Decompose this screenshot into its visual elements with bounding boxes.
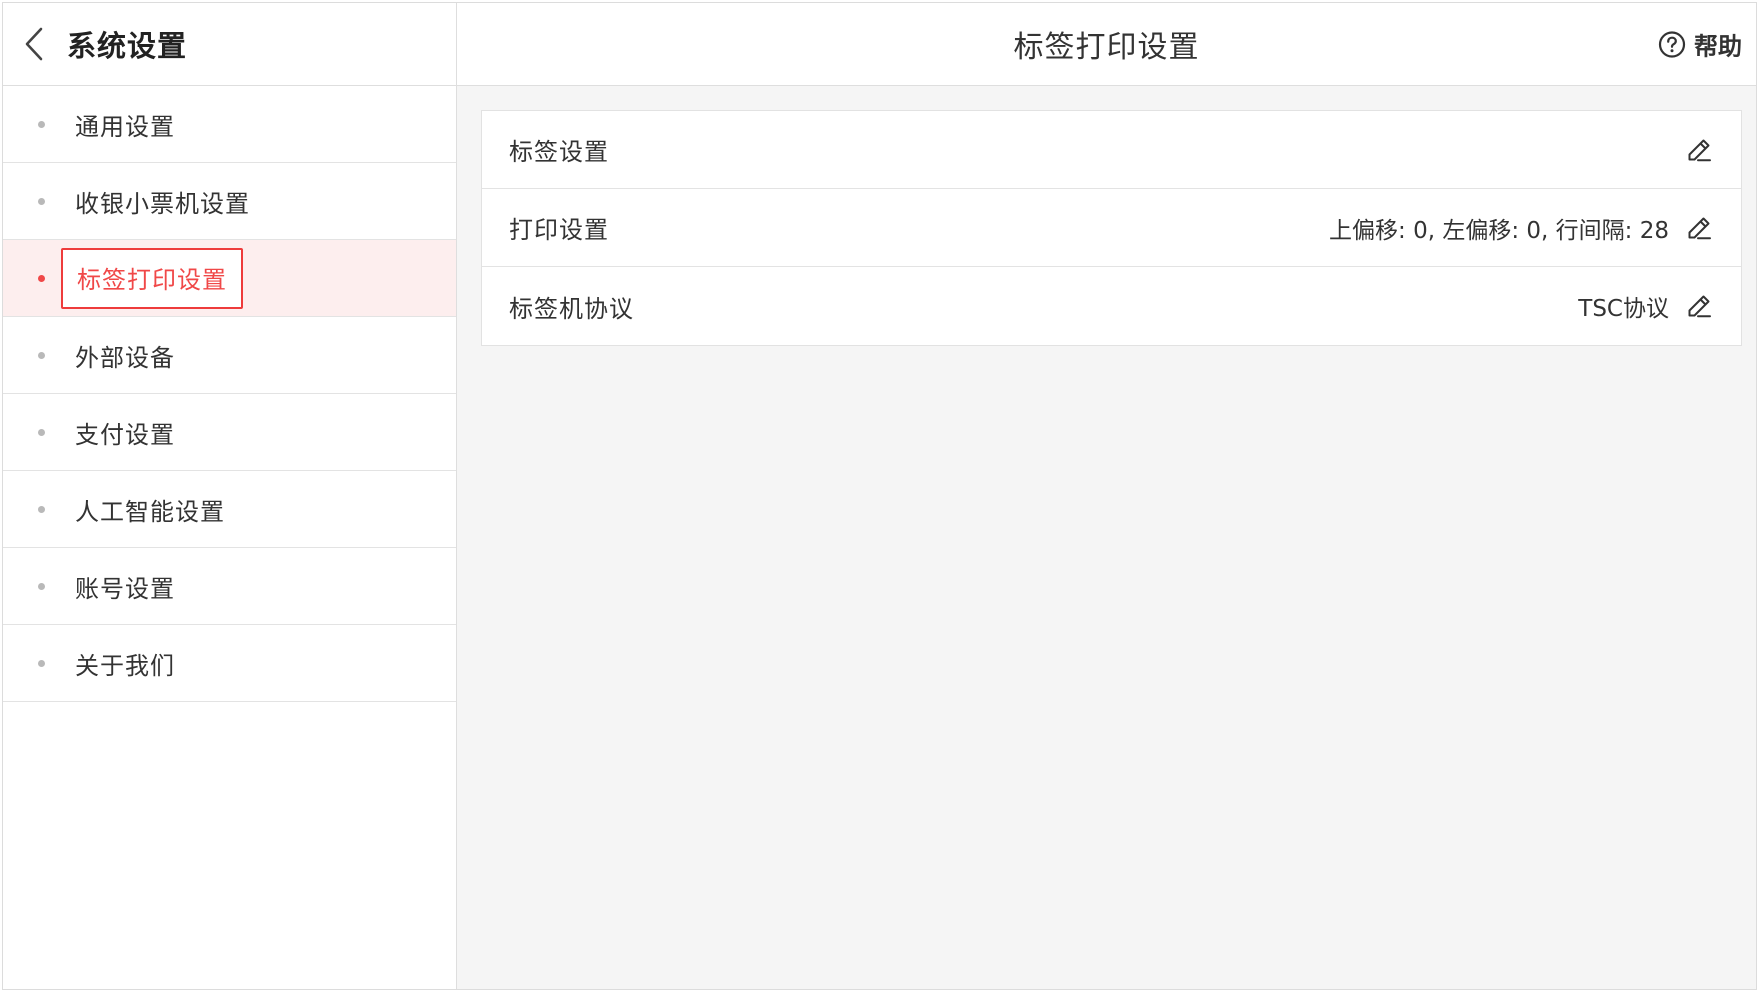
sidebar-item-external-devices[interactable]: 外部设备 <box>3 317 456 394</box>
setting-row-label: 打印设置 <box>509 216 609 244</box>
sidebar-item-account[interactable]: 账号设置 <box>3 548 456 625</box>
sidebar-nav: 通用设置 收银小票机设置 标签打印设置 外部设备 支付设置 人工智能设置 账号设… <box>3 86 456 702</box>
help-button[interactable]: 帮助 <box>1658 27 1742 62</box>
setting-row-printer-protocol[interactable]: 标签机协议 TSC协议 <box>482 267 1741 345</box>
setting-row-label: 标签机协议 <box>509 294 634 323</box>
question-circle-icon <box>1658 30 1686 58</box>
sidebar-item-about[interactable]: 关于我们 <box>3 625 456 702</box>
settings-content: 标签设置 打印设置 上偏移: 0, 左偏移: 0, 行间隔: 28 标签机协议 … <box>457 86 1756 346</box>
bullet-dot-icon <box>38 197 45 205</box>
sidebar-item-general[interactable]: 通用设置 <box>3 86 456 163</box>
sidebar: 系统设置 通用设置 收银小票机设置 标签打印设置 外部设备 支付设置 人工智能设… <box>3 3 457 989</box>
sidebar-item-label: 收银小票机设置 <box>75 189 250 218</box>
sidebar-item-ai[interactable]: 人工智能设置 <box>3 471 456 548</box>
sidebar-item-label: 标签打印设置 <box>61 247 243 309</box>
setting-row-print-settings[interactable]: 打印设置 上偏移: 0, 左偏移: 0, 行间隔: 28 <box>482 189 1741 267</box>
sidebar-item-label: 外部设备 <box>75 343 175 372</box>
pencil-icon[interactable] <box>1685 136 1713 164</box>
bullet-dot-icon <box>38 659 45 667</box>
bullet-dot-icon <box>38 428 45 436</box>
setting-row-value: 上偏移: 0, 左偏移: 0, 行间隔: 28 <box>1329 217 1669 244</box>
setting-row-label: 标签设置 <box>509 138 609 166</box>
setting-row-right <box>1669 136 1713 164</box>
sidebar-item-label: 通用设置 <box>75 112 175 141</box>
help-label: 帮助 <box>1694 32 1742 61</box>
sidebar-header: 系统设置 <box>3 3 456 86</box>
pencil-icon[interactable] <box>1685 214 1713 242</box>
main-panel: 标签打印设置 帮助 标签设置 打印设置 上偏移: 0, 左偏移: 0, 行间隔:… <box>457 3 1756 989</box>
sidebar-title: 系统设置 <box>67 29 188 63</box>
main-header: 标签打印设置 帮助 <box>457 3 1756 86</box>
sidebar-item-label: 支付设置 <box>75 420 175 449</box>
sidebar-item-label: 人工智能设置 <box>75 497 225 526</box>
settings-card: 标签设置 打印设置 上偏移: 0, 左偏移: 0, 行间隔: 28 标签机协议 … <box>481 110 1742 346</box>
bullet-dot-icon <box>38 582 45 590</box>
sidebar-item-label-printing[interactable]: 标签打印设置 <box>3 240 456 317</box>
sidebar-item-label: 关于我们 <box>75 651 175 680</box>
bullet-dot-icon <box>38 351 45 359</box>
setting-row-value: TSC协议 <box>1578 296 1669 322</box>
bullet-dot-icon <box>38 505 45 513</box>
bullet-dot-icon <box>38 120 45 128</box>
chevron-left-icon[interactable] <box>19 24 49 64</box>
setting-row-right: 上偏移: 0, 左偏移: 0, 行间隔: 28 <box>1329 211 1713 245</box>
app-window: 系统设置 通用设置 收银小票机设置 标签打印设置 外部设备 支付设置 人工智能设… <box>2 2 1757 990</box>
pencil-icon[interactable] <box>1685 292 1713 320</box>
setting-row-label-settings[interactable]: 标签设置 <box>482 111 1741 189</box>
sidebar-item-label: 账号设置 <box>75 574 175 603</box>
bullet-dot-icon <box>38 274 45 282</box>
setting-row-right: TSC协议 <box>1578 289 1713 323</box>
sidebar-item-payment[interactable]: 支付设置 <box>3 394 456 471</box>
page-title: 标签打印设置 <box>1013 30 1200 65</box>
sidebar-item-receipt-printer[interactable]: 收银小票机设置 <box>3 163 456 240</box>
